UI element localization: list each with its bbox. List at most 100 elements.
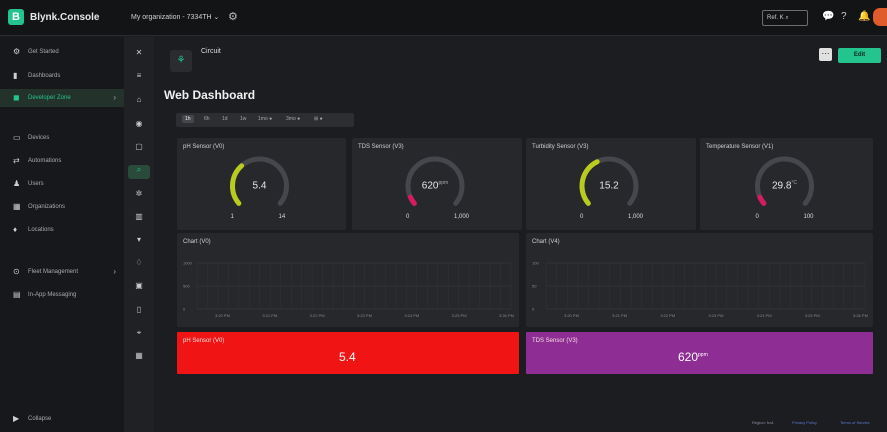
sidebar-collapse-button[interactable]: ▶ Collapse: [0, 410, 124, 428]
gauge-fill: [407, 194, 417, 206]
devices-icon: ▭: [13, 133, 21, 142]
sidebar-item-devices[interactable]: ▭ Devices: [0, 129, 124, 147]
chart-y-tick: 1000: [183, 261, 193, 266]
gauge-card[interactable]: Turbidity Sensor (V3) 15.2 0 1,000: [526, 138, 696, 230]
bell-outline-icon[interactable]: ♢: [124, 258, 154, 272]
message-icon: ▤: [13, 290, 21, 299]
sidebar-item-users[interactable]: ♟ Users: [0, 175, 124, 193]
chart-y-tick: 50: [532, 284, 537, 289]
value-tile-ph[interactable]: pH Sensor (V0) 5.4: [177, 332, 519, 374]
edit-button[interactable]: Edit: [838, 48, 881, 63]
users-icon: ♟: [13, 179, 21, 188]
sidebar-item-automations[interactable]: ⇄ Automations: [0, 152, 124, 170]
value-tile-title: pH Sensor (V0): [183, 338, 225, 344]
chart-x-tick: 3:20 PM: [215, 313, 230, 318]
chart-x-tick: 3:25 PM: [452, 313, 467, 318]
search-button[interactable]: Ref. K ⌕: [762, 10, 808, 26]
gauge-value: 620ppm: [421, 180, 449, 192]
chart-card[interactable]: Chart (V0) 1000 500 0 3:20 PM 3:21 PM 3:22 PM 3…: [177, 233, 519, 327]
time-range-3mo[interactable]: 3mo ●: [286, 116, 300, 122]
time-range-1h[interactable]: 1h: [182, 115, 194, 123]
menu-icon[interactable]: ≡: [124, 71, 154, 85]
gauge-card[interactable]: TDS Sensor (V3) 620ppm 0 1,000: [352, 138, 522, 230]
triangle-down-icon[interactable]: ▾: [124, 235, 154, 249]
bell-icon[interactable]: 🔔: [858, 11, 870, 22]
footer-region: Region: fra1: [752, 420, 774, 425]
time-range-1w[interactable]: 1w: [240, 116, 246, 122]
chart-icon[interactable]: ▥: [124, 212, 154, 226]
document-icon[interactable]: ▢: [124, 142, 154, 156]
value-tile-value: 620ppm: [678, 350, 708, 364]
chat-icon[interactable]: 💬: [822, 11, 834, 22]
org-settings-gear-icon[interactable]: ⚙: [228, 10, 238, 23]
time-range-1d[interactable]: 1d: [222, 116, 228, 122]
grid-icon[interactable]: ▣: [124, 281, 154, 295]
time-range-custom[interactable]: ⊞ ●: [314, 116, 323, 122]
sidebar-item-in-app-messaging[interactable]: ▤ In-App Messaging: [0, 286, 124, 304]
chart-plot: 1000 500 0 3:20 PM 3:21 PM 3:22 PM 3:23 PM 3:24…: [183, 261, 514, 319]
sidebar-item-locations[interactable]: ♦ Locations: [0, 221, 124, 239]
sidebar-item-fleet-management[interactable]: ⊙ Fleet Management ›: [0, 263, 124, 281]
chart-y-tick: 0: [532, 307, 535, 312]
settings-icon[interactable]: ✲: [124, 189, 154, 203]
gauge-max: 14: [278, 214, 286, 220]
sidebar-item-dashboards[interactable]: ▮ Dashboards: [0, 67, 124, 85]
more-options-button[interactable]: ⋯: [819, 48, 832, 61]
chart-plot: 100 50 0 3:20 PM 3:21 PM 3:22 PM 3:23 PM 3:24 P…: [532, 261, 868, 319]
organization-selector[interactable]: My organization - 7334TH ⌄: [131, 13, 219, 21]
sidebar-item-developer-zone[interactable]: ◼ Developer Zone ›: [0, 89, 124, 107]
brand-name[interactable]: Blynk.Console: [30, 12, 99, 23]
chart-x-tick: 3:23 PM: [709, 313, 724, 318]
automation-icon: ⇄: [13, 156, 20, 165]
gauge-value: 5.4: [252, 180, 267, 192]
gauge-max: 1,000: [628, 214, 644, 220]
gauge-min: 1: [230, 214, 234, 220]
location-icon: ♦: [13, 225, 18, 234]
close-icon[interactable]: ✕: [124, 48, 154, 62]
terms-of-service-link[interactable]: Terms of Service: [840, 420, 870, 425]
rocket-icon: ⚙: [13, 47, 21, 56]
location-pin-icon[interactable]: ⌖: [124, 328, 154, 342]
privacy-policy-link[interactable]: Privacy Policy: [792, 420, 817, 425]
chart-x-tick: 3:20 PM: [564, 313, 579, 318]
value-tile-value: 5.4: [339, 350, 356, 364]
sidebar-item-get-started[interactable]: ⚙ Get Started: [0, 43, 124, 61]
gauge-min: 0: [406, 214, 410, 220]
device-name: Circuit: [201, 48, 221, 55]
gauge-max: 1,000: [454, 214, 470, 220]
chart-x-tick: 3:25 PM: [805, 313, 820, 318]
page-title: Web Dashboard: [164, 88, 256, 102]
time-range-6h[interactable]: 6h: [204, 116, 210, 122]
chevron-right-icon: ›: [113, 267, 116, 276]
time-range-1mo[interactable]: 1mo ●: [258, 116, 272, 122]
table-icon[interactable]: ▦: [124, 351, 154, 365]
blynk-logo[interactable]: B: [8, 9, 24, 25]
lock-icon[interactable]: ▯: [124, 305, 154, 319]
home-icon[interactable]: ⌂: [124, 95, 154, 109]
time-range-selector: 1h 6h 1d 1w 1mo ● 3mo ● ⊞ ●: [176, 113, 354, 127]
user-avatar[interactable]: [873, 8, 887, 26]
pin-icon[interactable]: ◉: [124, 119, 154, 133]
chart-x-tick: 3:21 PM: [612, 313, 627, 318]
help-icon[interactable]: ?: [841, 11, 847, 22]
organization-icon: ▦: [13, 202, 21, 211]
chart-y-tick: 500: [183, 284, 190, 289]
gauge-card[interactable]: pH Sensor (V0) 5.4 1 14: [177, 138, 346, 230]
chart-y-tick: 100: [532, 261, 539, 266]
gauge-value: 15.2: [599, 180, 619, 192]
widget-icon-rail: ✕ ≡ ⌂ ◉ ▢ ⌕ ✲ ▥ ▾ ♢ ▣ ▯ ⌖ ▦: [124, 37, 154, 432]
chart-x-tick: 3:24 PM: [404, 313, 419, 318]
top-bar: B Blynk.Console My organization - 7334TH…: [0, 0, 887, 36]
gauge-min: 0: [755, 214, 759, 220]
gauge-card[interactable]: Temperature Sensor (V1) 29.8°C 0 100: [700, 138, 873, 230]
sidebar-item-organizations[interactable]: ▦ Organizations: [0, 198, 124, 216]
chevron-right-icon: ›: [113, 93, 116, 102]
chart-x-tick: 3:23 PM: [357, 313, 372, 318]
search-icon[interactable]: ⌕: [128, 165, 150, 179]
chart-x-tick: 3:21 PM: [262, 313, 277, 318]
value-tile-tds[interactable]: TDS Sensor (V3) 620ppm: [526, 332, 873, 374]
sidebar: ⚙ Get Started ▮ Dashboards ◼ Developer Zone…: [0, 37, 124, 432]
chart-card[interactable]: Chart (V4) 100 50 0 3:20 PM 3:21 PM 3:22 PM 3:2…: [526, 233, 873, 327]
chart-x-tick: 3:22 PM: [310, 313, 325, 318]
gauge-min: 0: [580, 214, 584, 220]
